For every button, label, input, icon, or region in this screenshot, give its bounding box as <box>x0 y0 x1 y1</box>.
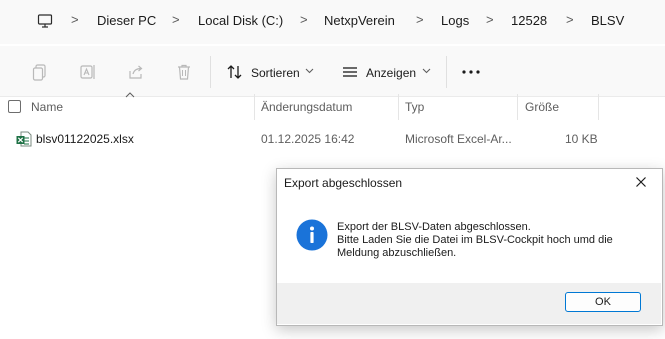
copy-icon[interactable] <box>30 62 50 82</box>
excel-file-icon <box>16 131 32 147</box>
file-type: Microsoft Excel-Ar... <box>405 132 512 146</box>
toolbar-divider <box>446 56 447 88</box>
breadcrumb-item-logs[interactable]: Logs <box>441 13 469 28</box>
breadcrumb-item-blsv[interactable]: BLSV <box>591 13 624 28</box>
column-divider[interactable] <box>398 94 399 120</box>
share-icon[interactable] <box>126 62 146 82</box>
toolbar-divider <box>210 56 211 88</box>
dialog-message: Export der BLSV-Daten abgeschlossen. Bit… <box>337 221 613 260</box>
sort-button[interactable]: Sortieren <box>251 66 300 80</box>
rename-icon[interactable] <box>78 62 98 82</box>
breadcrumb-separator: > <box>486 12 494 27</box>
dialog-message-line: Export der BLSV-Daten abgeschlossen. <box>337 221 531 233</box>
sort-icon[interactable] <box>225 62 245 82</box>
column-header-date[interactable]: Änderungsdatum <box>261 100 352 114</box>
dialog-message-line: Meldung abzuschließen. <box>337 247 457 259</box>
select-all-checkbox[interactable] <box>8 100 21 113</box>
more-icon[interactable] <box>461 68 481 76</box>
breadcrumb-separator: > <box>71 12 79 27</box>
breadcrumb-separator: > <box>416 12 424 27</box>
breadcrumb-item-netxpverein[interactable]: NetxpVerein <box>324 13 395 28</box>
info-icon <box>296 219 328 251</box>
breadcrumb-item-local-disk[interactable]: Local Disk (C:) <box>198 13 283 28</box>
dialog-title: Export abgeschlossen <box>284 176 403 190</box>
computer-icon[interactable] <box>37 13 53 29</box>
column-divider[interactable] <box>254 94 255 120</box>
command-bar <box>0 46 665 97</box>
chevron-down-icon[interactable] <box>305 68 314 74</box>
view-icon[interactable] <box>340 62 360 82</box>
file-date: 01.12.2025 16:42 <box>261 132 355 146</box>
ok-button[interactable]: OK <box>565 292 641 312</box>
file-size: 10 KB <box>565 132 598 146</box>
breadcrumb-item-dieser-pc[interactable]: Dieser PC <box>97 13 156 28</box>
breadcrumb-separator: > <box>300 12 308 27</box>
column-divider[interactable] <box>598 94 599 120</box>
dialog-message-line: Bitte Laden Sie die Datei im BLSV-Cockpi… <box>337 234 613 246</box>
sort-ascending-icon <box>125 92 135 98</box>
close-icon[interactable] <box>632 173 650 191</box>
breadcrumb-item-12528[interactable]: 12528 <box>511 13 547 28</box>
column-header-name[interactable]: Name <box>31 100 63 114</box>
column-divider[interactable] <box>517 94 518 120</box>
chevron-down-icon[interactable] <box>422 68 431 74</box>
file-name[interactable]: blsv01122025.xlsx <box>36 132 134 146</box>
breadcrumb-separator: > <box>566 12 574 27</box>
view-button[interactable]: Anzeigen <box>366 66 416 80</box>
breadcrumb-separator: > <box>172 12 180 27</box>
column-header-size[interactable]: Größe <box>525 100 559 114</box>
column-header-type[interactable]: Typ <box>405 100 424 114</box>
delete-icon[interactable] <box>174 62 194 82</box>
